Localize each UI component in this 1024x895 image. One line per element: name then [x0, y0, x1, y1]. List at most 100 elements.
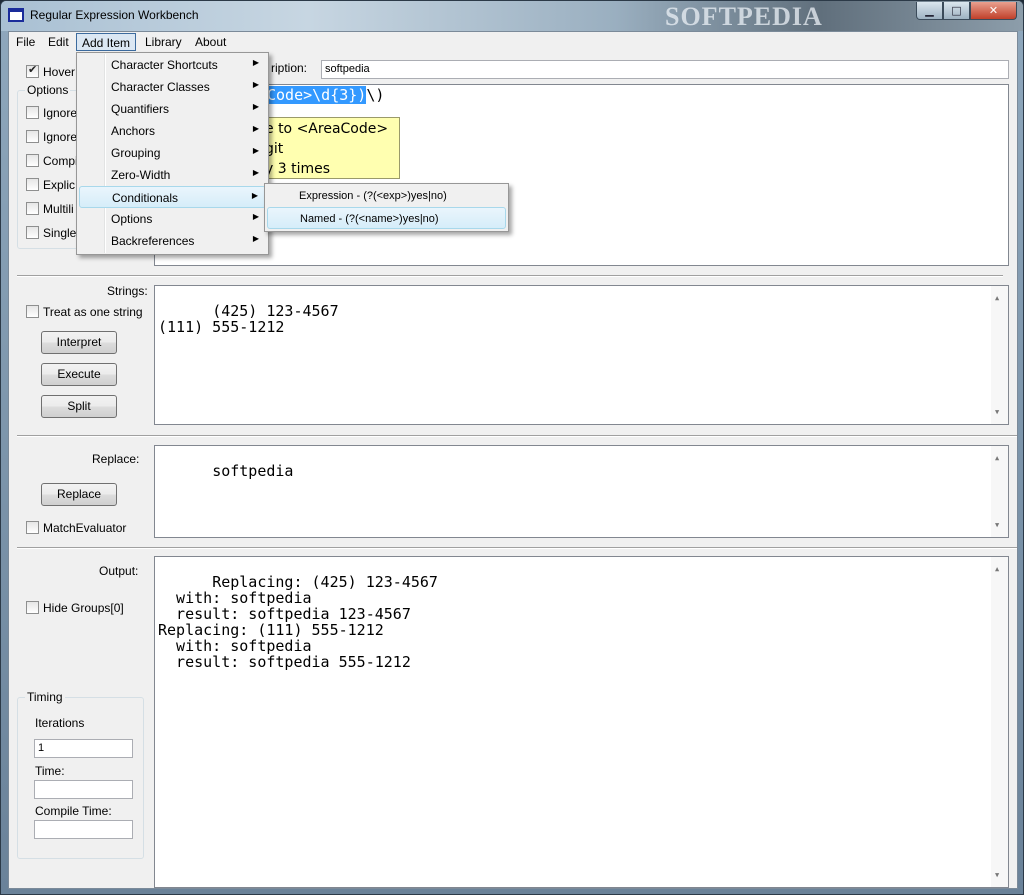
option-label: Multili [43, 202, 74, 216]
scroll-up-icon[interactable]: ▲ [995, 290, 999, 306]
menu-add-item[interactable]: Add Item [76, 33, 137, 51]
separator [17, 275, 1003, 277]
close-button[interactable]: ✕ [970, 2, 1017, 20]
submenu-arrow-icon: ▶ [252, 168, 259, 177]
output-text: Replacing: (425) 123-4567 with: softpedi… [158, 573, 438, 671]
menu-anchors[interactable]: Anchors ▶ [79, 120, 266, 142]
hover-checkbox[interactable] [26, 63, 39, 78]
tooltip-line: git [265, 141, 284, 157]
window-title: Regular Expression Workbench [30, 8, 199, 22]
option-label: Single [43, 226, 77, 240]
app-icon [8, 8, 24, 22]
options-title: Options [25, 83, 71, 97]
menu-item-label: Quantifiers [111, 102, 170, 116]
option-checkbox[interactable] [26, 130, 39, 143]
match-evaluator-checkbox[interactable] [26, 521, 39, 534]
option-checkbox[interactable] [26, 154, 39, 167]
strings-label: Strings: [107, 284, 148, 298]
compile-time-field [34, 820, 133, 839]
submenu-arrow-icon: ▶ [252, 146, 259, 155]
menu-options[interactable]: Options ▶ [79, 208, 266, 230]
menu-item-label: Backreferences [111, 234, 195, 248]
separator [17, 547, 1017, 549]
app-window: Regular Expression Workbench SOFTPEDIA ▁… [0, 0, 1024, 895]
menu-item-label: Anchors [111, 124, 156, 138]
conditionals-submenu: Expression - (?(<exp>)yes|no) Named - (?… [264, 183, 509, 232]
submenu-arrow-icon: ▶ [252, 58, 259, 67]
execute-button[interactable]: Execute [41, 363, 117, 386]
replace-button[interactable]: Replace [41, 483, 117, 506]
hide-groups-checkbox[interactable] [26, 601, 39, 614]
interpret-button[interactable]: Interpret [41, 331, 117, 354]
output-editor[interactable]: Replacing: (425) 123-4567 with: softpedi… [154, 556, 1009, 888]
menu-bar: File Edit Add Item Library About [9, 32, 1017, 52]
tooltip-line: e to <AreaCode> [265, 121, 389, 137]
regex-selected-text: Code>\d{3}) [267, 86, 367, 104]
title-bar[interactable]: Regular Expression Workbench SOFTPEDIA ▁… [1, 1, 1023, 31]
menu-zero-width[interactable]: Zero-Width ▶ [79, 164, 266, 186]
menu-item-label: Conditionals [112, 191, 179, 205]
regex-text: \) [366, 86, 385, 104]
minimize-button[interactable]: ▁ [916, 2, 943, 20]
menu-item-label: Options [111, 212, 153, 226]
menu-item-label: Character Classes [111, 80, 210, 94]
option-label: Explic [43, 178, 76, 192]
replace-label: Replace: [92, 452, 140, 466]
menu-edit[interactable]: Edit [43, 33, 74, 51]
menu-character-shortcuts[interactable]: Character Shortcuts ▶ [79, 54, 266, 76]
option-checkbox[interactable] [26, 106, 39, 119]
timing-title: Timing [25, 690, 65, 704]
menu-expression-conditional[interactable]: Expression - (?(<exp>)yes|no) [267, 185, 506, 207]
time-field [34, 780, 133, 799]
time-label: Time: [35, 764, 65, 778]
maximize-button[interactable]: □ [943, 2, 970, 20]
regex-tooltip: e to <AreaCode> git y 3 times [256, 117, 400, 179]
description-input[interactable]: softpedia [321, 60, 1009, 79]
description-label: ription: [271, 61, 308, 75]
option-checkbox[interactable] [26, 226, 39, 239]
scroll-down-icon[interactable]: ▼ [995, 517, 999, 533]
submenu-arrow-icon: ▶ [252, 212, 259, 221]
menu-conditionals[interactable]: Conditionals ▶ [79, 186, 266, 208]
scroll-up-icon[interactable]: ▲ [995, 450, 999, 466]
hover-label: Hover [43, 65, 76, 79]
option-label: Ignore [43, 106, 78, 120]
hide-groups-label: Hide Groups[0] [43, 601, 124, 615]
iterations-label: Iterations [35, 716, 85, 730]
replace-text: softpedia [212, 462, 294, 480]
scroll-down-icon[interactable]: ▼ [995, 404, 999, 420]
iterations-input[interactable]: 1 [34, 739, 133, 758]
option-checkbox[interactable] [26, 202, 39, 215]
menu-file[interactable]: File [11, 33, 40, 51]
menu-item-label: Zero-Width [111, 168, 171, 182]
strings-editor[interactable]: (425) 123-4567 (111) 555-1212 ▲ ▼ [154, 285, 1009, 425]
menu-about[interactable]: About [190, 33, 231, 51]
menu-named-conditional[interactable]: Named - (?(<name>)yes|no) [267, 207, 506, 229]
submenu-arrow-icon: ▶ [252, 102, 259, 111]
submenu-arrow-icon: ▶ [252, 80, 259, 89]
strings-scrollbar[interactable]: ▲ ▼ [991, 286, 1008, 424]
menu-library[interactable]: Library [140, 33, 187, 51]
replace-scrollbar[interactable]: ▲ ▼ [991, 446, 1008, 537]
menu-quantifiers[interactable]: Quantifiers ▶ [79, 98, 266, 120]
scroll-up-icon[interactable]: ▲ [995, 561, 999, 577]
menu-grouping[interactable]: Grouping ▶ [79, 142, 266, 164]
menu-backreferences[interactable]: Backreferences ▶ [79, 230, 266, 252]
submenu-arrow-icon: ▶ [252, 124, 259, 133]
option-label: Compi [43, 154, 78, 168]
match-evaluator-label: MatchEvaluator [43, 521, 127, 535]
output-scrollbar[interactable]: ▲ ▼ [991, 557, 1008, 887]
menu-item-label: Grouping [111, 146, 161, 160]
compile-time-label: Compile Time: [35, 804, 112, 818]
treat-as-one-string-checkbox[interactable] [26, 305, 39, 318]
submenu-arrow-icon: ▶ [251, 191, 258, 200]
menu-item-label: Character Shortcuts [111, 58, 218, 72]
add-item-dropdown: Character Shortcuts ▶ Character Classes ▶ … [76, 52, 269, 255]
menu-character-classes[interactable]: Character Classes ▶ [79, 76, 266, 98]
replace-editor[interactable]: softpedia ▲ ▼ [154, 445, 1009, 538]
split-button[interactable]: Split [41, 395, 117, 418]
output-label: Output: [99, 564, 139, 578]
option-checkbox[interactable] [26, 178, 39, 191]
submenu-arrow-icon: ▶ [252, 234, 259, 243]
scroll-down-icon[interactable]: ▼ [995, 867, 999, 883]
